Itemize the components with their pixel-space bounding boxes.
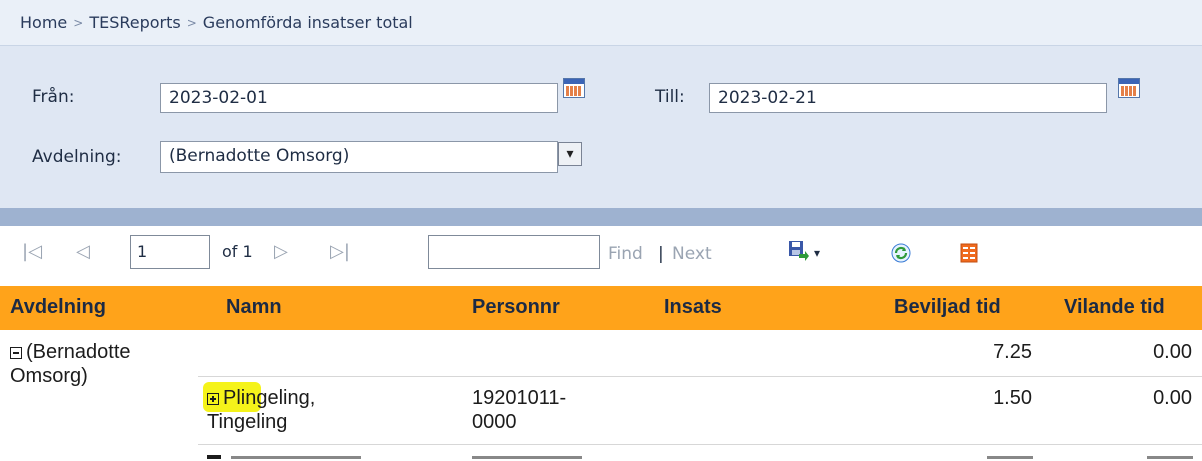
- from-label: Från:: [32, 87, 75, 107]
- breadcrumb-separator: >: [186, 15, 197, 30]
- chevron-down-icon[interactable]: ▾: [558, 142, 582, 166]
- column-header-insats[interactable]: Insats: [664, 296, 722, 319]
- from-date-input[interactable]: 2023-02-01: [160, 83, 558, 113]
- to-date-input[interactable]: 2023-02-21: [709, 83, 1107, 113]
- row-name-line2: Tingeling: [207, 411, 288, 433]
- find-input[interactable]: [428, 235, 600, 269]
- row-name-line1: Plingeling,: [223, 387, 316, 409]
- row-divider: [198, 444, 1202, 445]
- column-header-avdelning[interactable]: Avdelning: [10, 296, 106, 319]
- next-page-icon[interactable]: ▷: [274, 241, 288, 262]
- expand-icon[interactable]: [207, 393, 219, 405]
- group-name-line1: (Bernadotte: [26, 341, 131, 363]
- column-header-vilande-tid[interactable]: Vilande tid: [1064, 296, 1165, 319]
- breadcrumb-separator: >: [73, 15, 84, 30]
- group-beviljad-tid: 7.25: [993, 341, 1032, 363]
- group-vilande-tid: 0.00: [1153, 341, 1192, 363]
- group-name-line2: Omsorg): [10, 365, 88, 387]
- breadcrumb-reports[interactable]: TESReports: [89, 13, 180, 32]
- breadcrumb: Home > TESReports > Genomförda insatser …: [0, 0, 1202, 46]
- find-link[interactable]: Find: [608, 244, 643, 264]
- column-header-namn[interactable]: Namn: [226, 296, 282, 319]
- from-calendar-icon[interactable]: [563, 78, 585, 98]
- row-divider: [198, 376, 1202, 377]
- to-calendar-icon[interactable]: [1118, 78, 1140, 98]
- department-select[interactable]: (Bernadotte Omsorg): [160, 141, 558, 173]
- find-divider: |: [658, 244, 664, 264]
- document-map-icon[interactable]: [960, 243, 978, 263]
- page-count: of 1: [222, 242, 253, 261]
- previous-page-icon[interactable]: ◁: [76, 241, 90, 262]
- row-personnr-line1: 19201011-: [472, 387, 567, 409]
- refresh-icon[interactable]: [891, 243, 911, 263]
- export-icon[interactable]: [788, 240, 810, 262]
- row-personnr-line2: 0000: [472, 411, 517, 433]
- table-row-partial: [207, 455, 1202, 461]
- group-name: (Bernadotte Omsorg): [10, 340, 131, 388]
- department-label: Avdelning:: [32, 147, 122, 167]
- row-vilande-tid: 0.00: [1153, 387, 1192, 409]
- breadcrumb-current: Genomförda insatser total: [202, 13, 413, 32]
- collapse-icon[interactable]: [10, 347, 22, 359]
- page-number-input[interactable]: 1: [130, 235, 210, 269]
- row-name: Plingeling, Tingeling: [207, 386, 315, 434]
- column-header-beviljad-tid[interactable]: Beviljad tid: [894, 296, 1001, 319]
- column-header-personnr[interactable]: Personnr: [472, 296, 560, 319]
- row-beviljad-tid: 1.50: [993, 387, 1032, 409]
- parameters-panel: [0, 46, 1202, 208]
- breadcrumb-home[interactable]: Home: [20, 13, 67, 32]
- export-dropdown-caret[interactable]: ▾: [814, 246, 820, 260]
- next-match-link[interactable]: Next: [672, 244, 712, 264]
- parameters-divider: [0, 208, 1202, 226]
- table-header: Avdelning Namn Personnr Insats Beviljad …: [0, 286, 1202, 330]
- to-label: Till:: [655, 87, 685, 107]
- first-page-icon[interactable]: |◁: [22, 241, 42, 262]
- row-personnr: 19201011- 0000: [472, 386, 566, 434]
- last-page-icon[interactable]: ▷|: [330, 241, 350, 262]
